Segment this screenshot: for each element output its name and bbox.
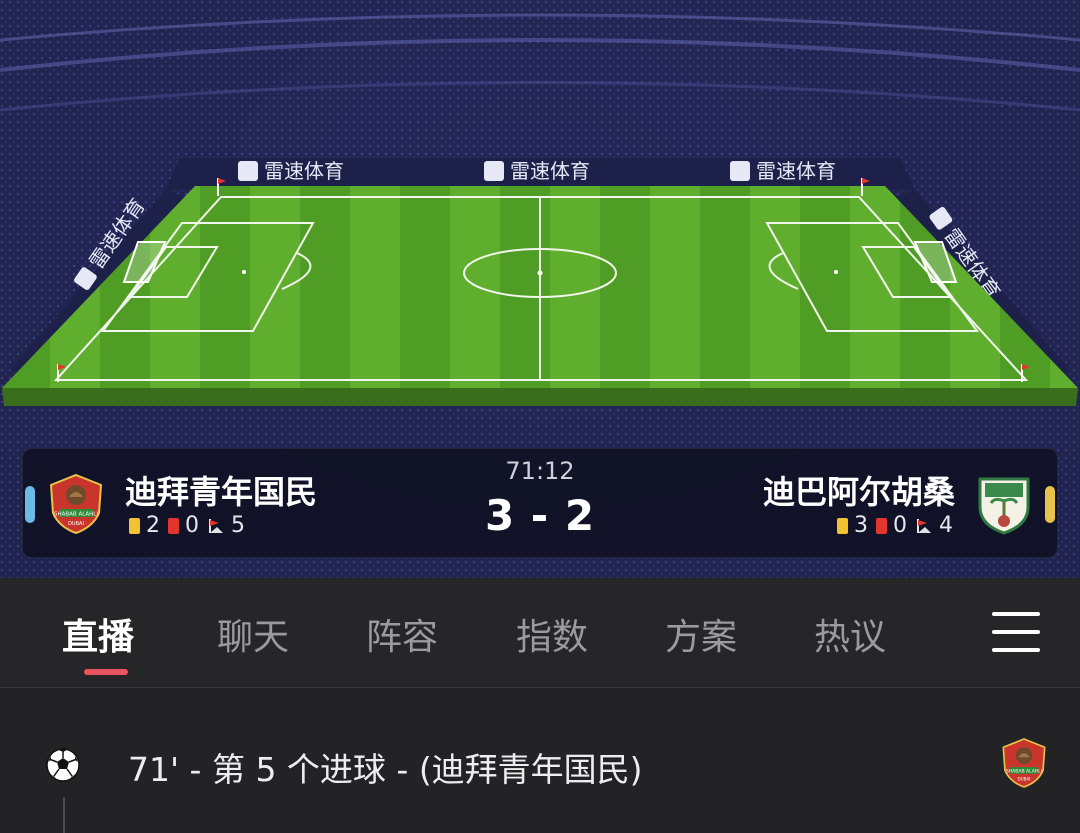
tab-plan[interactable]: 方案: [665, 608, 737, 660]
svg-text:雷速体育: 雷速体育: [510, 159, 590, 183]
svg-text:DUBAI: DUBAI: [1017, 776, 1030, 781]
soccer-ball-icon: [46, 748, 80, 782]
tab-hot-discussion[interactable]: 热议: [814, 608, 886, 660]
timeline-connector: [63, 797, 65, 833]
tab-bar: 直播 聊天 阵容 指数 方案 热议: [0, 578, 1080, 688]
score-bar: SHABAB ALAHLI DUBAI 迪拜青年国民 迪巴阿尔胡桑 2 0 5 …: [22, 448, 1058, 558]
active-tab-indicator: [84, 669, 128, 675]
ad-board-2: 雷速体育: [484, 159, 590, 183]
event-text: 71' - 第 5 个进球 - (迪拜青年国民): [128, 750, 643, 789]
svg-text:SHABAB ALAHLI: SHABAB ALAHLI: [1006, 769, 1042, 775]
tab-chat[interactable]: 聊天: [217, 608, 289, 660]
ad-board-1: 雷速体育: [238, 159, 344, 183]
svg-text:雷速体育: 雷速体育: [756, 159, 836, 183]
event-team-crest: SHABAB ALAHLI DUBAI: [1002, 738, 1046, 788]
ad-board-3: 雷速体育: [730, 159, 836, 183]
match-live-page: 雷速体育 雷速体育 雷速体育 雷速体育 雷速体育 SHABAB ALAHLI D…: [0, 0, 1080, 833]
match-clock: 71:12: [505, 457, 575, 485]
live-event-list: 71' - 第 5 个进球 - (迪拜青年国民) SHABAB ALAHLI D…: [0, 689, 1080, 833]
svg-text:雷速体育: 雷速体育: [264, 159, 344, 183]
match-score: 3 - 2: [484, 491, 596, 540]
tab-live[interactable]: 直播: [62, 608, 134, 660]
tab-odds[interactable]: 指数: [516, 608, 588, 660]
stadium-hero: 雷速体育 雷速体育 雷速体育 雷速体育 雷速体育 SHABAB ALAHLI D…: [0, 0, 1080, 578]
tab-lineup[interactable]: 阵容: [366, 608, 438, 660]
hamburger-menu-icon[interactable]: [992, 612, 1040, 652]
